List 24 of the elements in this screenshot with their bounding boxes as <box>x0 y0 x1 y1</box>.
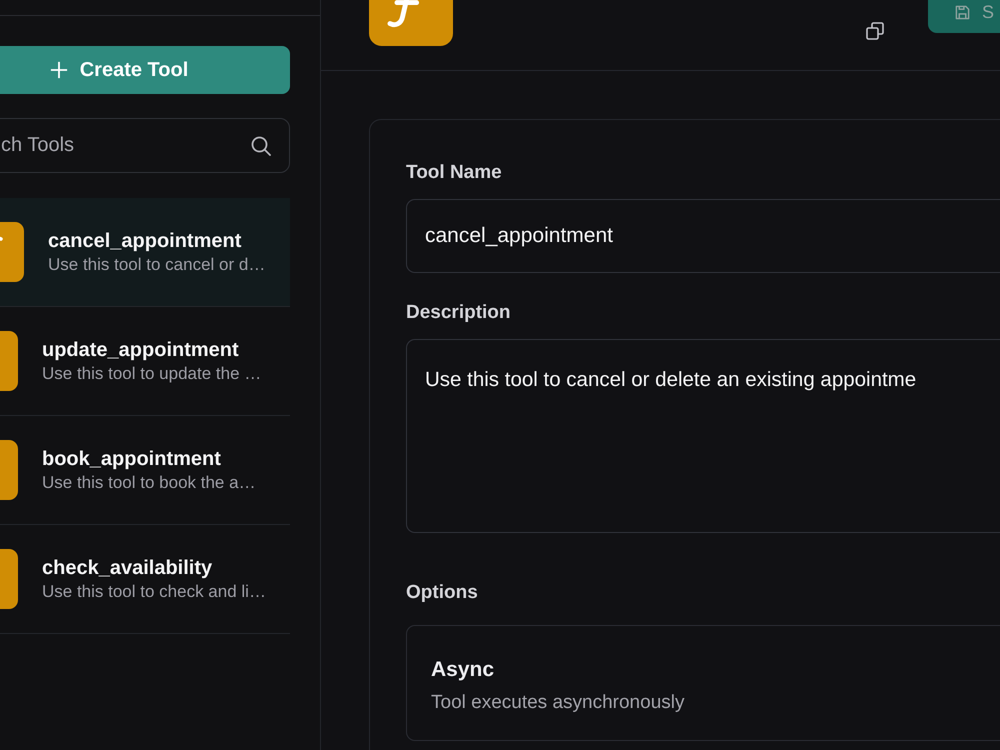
tool-name: check_availability <box>42 556 214 580</box>
tool-description: Use this tool to cancel or d… <box>48 254 266 276</box>
tool-name: update_appointment <box>42 338 240 362</box>
option-title: Async <box>431 657 496 683</box>
plus-icon <box>50 61 68 79</box>
option-description: Tool executes asynchronously <box>431 691 686 715</box>
search-icon <box>251 136 271 156</box>
create-tool-button[interactable]: Create Tool <box>0 46 290 94</box>
tool-list-item[interactable]: cancel_appointment Use this tool to cancel or d… <box>0 198 290 307</box>
section-label: Options <box>406 581 479 605</box>
textarea-field[interactable]: Use this tool to cancel or delete an existing appointme <box>406 339 1000 533</box>
tool-description: Use this tool to update the … <box>42 362 262 384</box>
tool-name: cancel_appointment <box>48 228 242 254</box>
field-label: Tool Name <box>406 161 503 185</box>
tool-name: book_appointment <box>42 446 222 472</box>
text-input-field[interactable]: cancel_appointment <box>406 199 1000 273</box>
tool-list-item[interactable]: update_appointment Use this tool to update the … <box>0 307 290 416</box>
tool-list-item[interactable]: book_appointment Use this tool to book the a… <box>0 416 290 525</box>
field-label: Description <box>406 301 512 325</box>
tool-description: Use this tool to check and li… <box>42 580 266 602</box>
copy-icon[interactable] <box>866 22 884 40</box>
tool-list-item[interactable]: check_availability Use this tool to check and li… <box>0 525 290 634</box>
tool-description: Use this tool to book the a… <box>42 472 256 494</box>
search-field[interactable]: ch Tools <box>0 118 290 173</box>
